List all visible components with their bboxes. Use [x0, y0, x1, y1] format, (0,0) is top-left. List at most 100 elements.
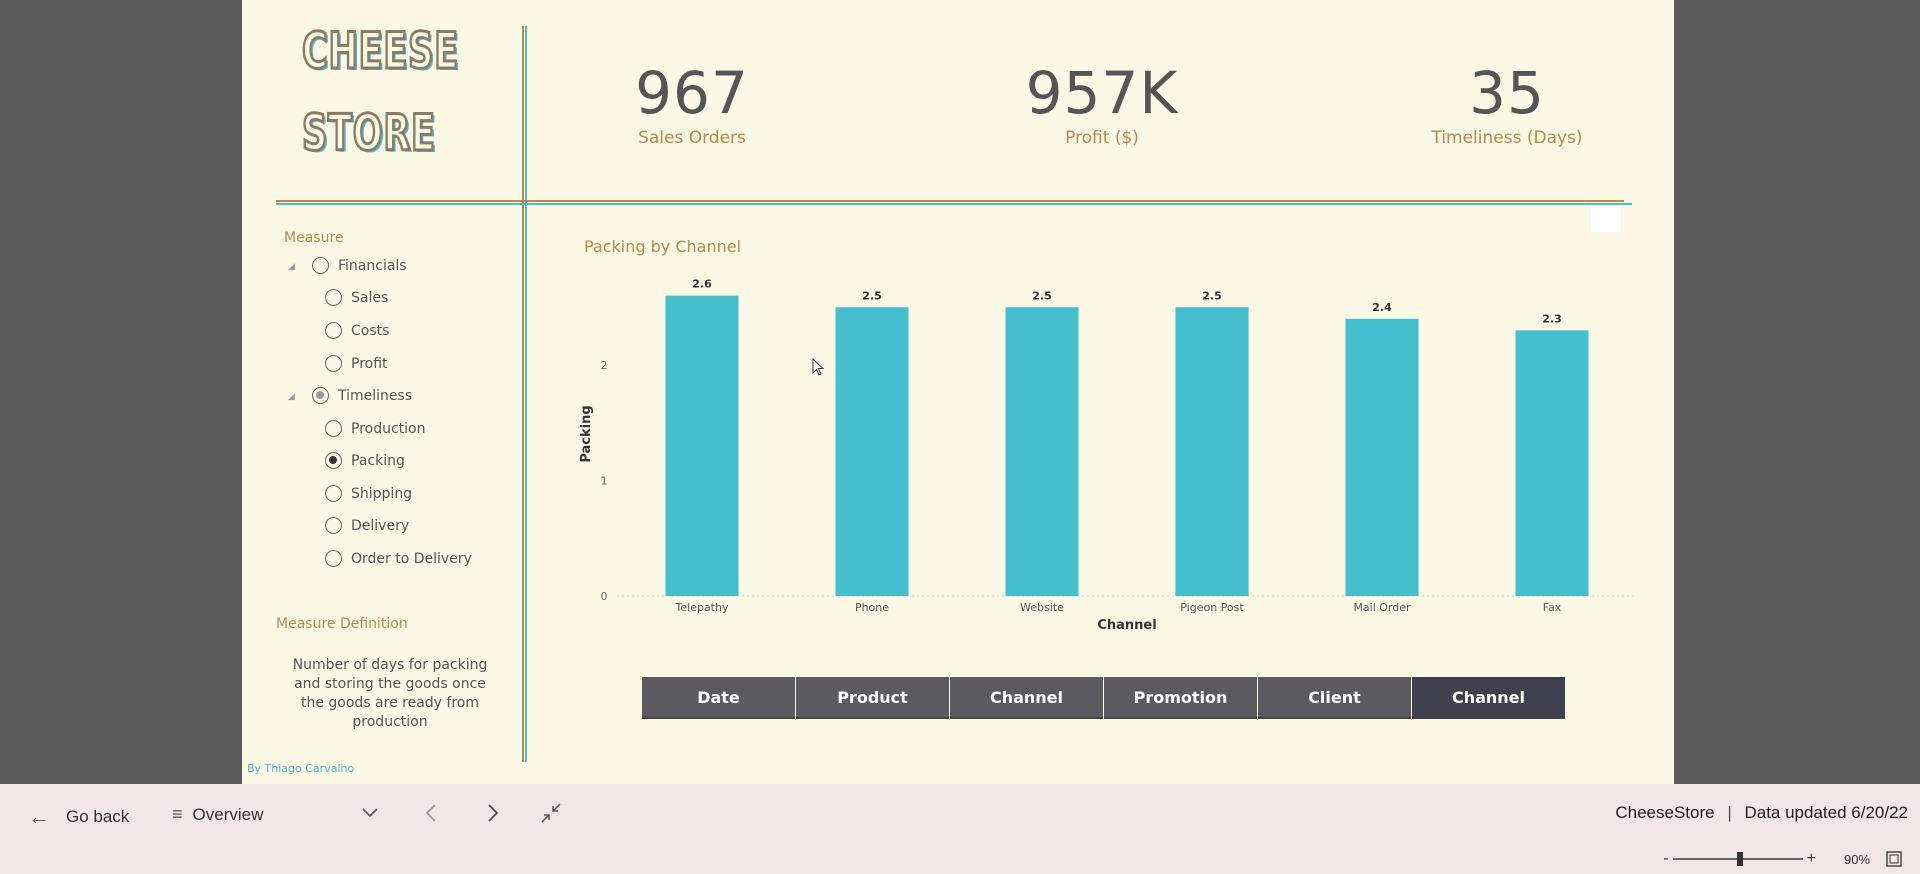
y-tick-label: 2: [601, 359, 608, 372]
previous-page-icon[interactable]: [422, 802, 442, 824]
horizontal-divider-tan: [276, 200, 1624, 202]
kpi-sales-orders: 967 Sales Orders: [597, 58, 787, 148]
status-separator: |: [1727, 803, 1732, 822]
data-label: 2.3: [1542, 312, 1562, 325]
radio-icon[interactable]: [325, 420, 342, 437]
bar-telepathy[interactable]: [665, 295, 739, 596]
slicer-item-shipping[interactable]: Shipping: [325, 485, 412, 502]
measure-definition-text: Number of days for packing and storing t…: [292, 657, 488, 730]
mouse-cursor-icon: [812, 358, 825, 376]
zoom-in-button[interactable]: +: [1807, 850, 1816, 868]
collapse-icon[interactable]: ◢: [288, 262, 295, 272]
kpi-label: Profit ($): [1065, 128, 1139, 148]
report-name: CheeseStore: [1615, 803, 1715, 822]
collapse-icon[interactable]: ◢: [288, 392, 295, 402]
x-tick-label: Phone: [855, 601, 889, 614]
kpi-label: Sales Orders: [638, 128, 746, 148]
radio-icon[interactable]: [325, 289, 342, 306]
slicer-item-label: Packing: [351, 452, 405, 469]
bar-fax[interactable]: [1515, 330, 1589, 596]
radio-icon[interactable]: [312, 257, 329, 274]
zoom-out-button[interactable]: -: [1663, 850, 1668, 868]
bar-phone[interactable]: [835, 307, 909, 596]
kpi-timeliness: 35 Timeliness (Days): [1412, 58, 1602, 148]
logo-line-1: CHEESE: [301, 21, 460, 82]
chart-title: Packing by Channel: [584, 237, 742, 256]
slicer-group-financials[interactable]: Financials: [312, 257, 407, 274]
data-label: 2.6: [692, 278, 712, 291]
radio-icon[interactable]: [325, 355, 342, 372]
cheese-store-logo: CHEESE STORE: [301, 21, 460, 182]
slicer-item-profit[interactable]: Profit: [325, 355, 388, 372]
kpi-profit: 957K Profit ($): [1002, 58, 1202, 148]
bar-pigeon-post[interactable]: [1175, 307, 1249, 596]
slicer-item-label: Sales: [351, 289, 389, 306]
zoom-level: 90%: [1843, 851, 1870, 867]
page-name: Overview: [192, 804, 264, 824]
x-tick-label: Pigeon Post: [1180, 601, 1244, 614]
bar-mail-order[interactable]: [1345, 318, 1419, 596]
page-list-icon: ≡: [172, 804, 183, 824]
page-selector[interactable]: ≡ Overview: [172, 804, 263, 825]
go-back-button[interactable]: ← Go back: [28, 804, 129, 830]
navigation-tabs: Date Product Channel Promotion Client Ch…: [642, 677, 1566, 719]
slicer-group-timeliness[interactable]: Timeliness: [312, 387, 412, 404]
slicer-item-label: Order to Delivery: [351, 550, 472, 567]
bottom-navigation-bar: ← Go back ≡ Overview CheeseStore | Data …: [0, 784, 1920, 874]
tab-promotion[interactable]: Promotion: [1104, 677, 1257, 719]
slicer-item-label: Financials: [338, 257, 407, 274]
slicer-item-label: Shipping: [351, 485, 413, 502]
report-status: CheeseStore | Data updated 6/20/22: [1615, 803, 1908, 823]
slicer-item-label: Production: [351, 420, 426, 437]
tab-date[interactable]: Date: [642, 677, 795, 719]
packing-by-channel-chart[interactable]: 0 1 2 Packing 2.6 Telepathy 2.5 Phone 2.5 Website…: [572, 260, 1642, 640]
zoom-slider[interactable]: [1672, 852, 1803, 866]
x-axis-label: Channel: [1097, 618, 1156, 633]
y-axis-label: Packing: [579, 405, 594, 462]
x-tick-label: Website: [1020, 601, 1064, 614]
slicer-item-production[interactable]: Production: [325, 420, 425, 437]
radio-icon[interactable]: [312, 387, 329, 404]
fit-to-page-icon[interactable]: [1886, 851, 1902, 867]
data-label: 2.5: [1032, 289, 1052, 302]
slicer-item-packing[interactable]: Packing: [325, 452, 405, 469]
slicer-item-label: Profit: [351, 355, 388, 372]
radio-icon[interactable]: [325, 452, 342, 469]
slicer-item-order-to-delivery[interactable]: Order to Delivery: [325, 550, 472, 567]
radio-icon[interactable]: [325, 550, 342, 567]
slicer-item-label: Timeliness: [338, 387, 413, 404]
kpi-value: 967: [635, 59, 749, 127]
bar-website[interactable]: [1005, 307, 1079, 596]
slicer-item-costs[interactable]: Costs: [325, 322, 389, 339]
x-tick-label: Fax: [1543, 601, 1562, 614]
tab-product[interactable]: Product: [796, 677, 949, 719]
radio-icon[interactable]: [325, 485, 342, 502]
x-tick-label: Mail Order: [1353, 601, 1411, 614]
radio-icon[interactable]: [325, 322, 342, 339]
data-updated-text: Data updated 6/20/22: [1744, 803, 1908, 822]
slicer-item-delivery[interactable]: Delivery: [325, 517, 409, 534]
next-page-icon[interactable]: [482, 802, 502, 824]
go-back-label: Go back: [66, 807, 130, 826]
zoom-control: - + 90%: [1663, 850, 1902, 868]
data-label: 2.4: [1372, 301, 1392, 314]
zoom-slider-thumb[interactable]: [1736, 852, 1743, 866]
arrow-left-icon: ←: [28, 804, 50, 829]
y-tick-label: 1: [601, 475, 608, 488]
chevron-down-icon[interactable]: [360, 802, 380, 822]
kpi-value: 957K: [1025, 59, 1179, 127]
exit-fullscreen-icon[interactable]: [540, 802, 562, 824]
slicer-item-label: Costs: [351, 322, 390, 339]
radio-icon[interactable]: [325, 517, 342, 534]
tab-channel[interactable]: Channel: [950, 677, 1103, 719]
tab-channel-active[interactable]: Channel: [1412, 677, 1565, 719]
slicer-item-label: Delivery: [351, 517, 410, 534]
data-label: 2.5: [1202, 289, 1222, 302]
logo-line-2: STORE: [301, 103, 436, 164]
measure-definition-title: Measure Definition: [276, 616, 408, 632]
slicer-item-sales[interactable]: Sales: [325, 289, 388, 306]
visual-header-placeholder: [1591, 206, 1621, 232]
x-tick-label: Telepathy: [675, 601, 729, 614]
tab-client[interactable]: Client: [1258, 677, 1411, 719]
vertical-divider-tan: [522, 26, 524, 762]
